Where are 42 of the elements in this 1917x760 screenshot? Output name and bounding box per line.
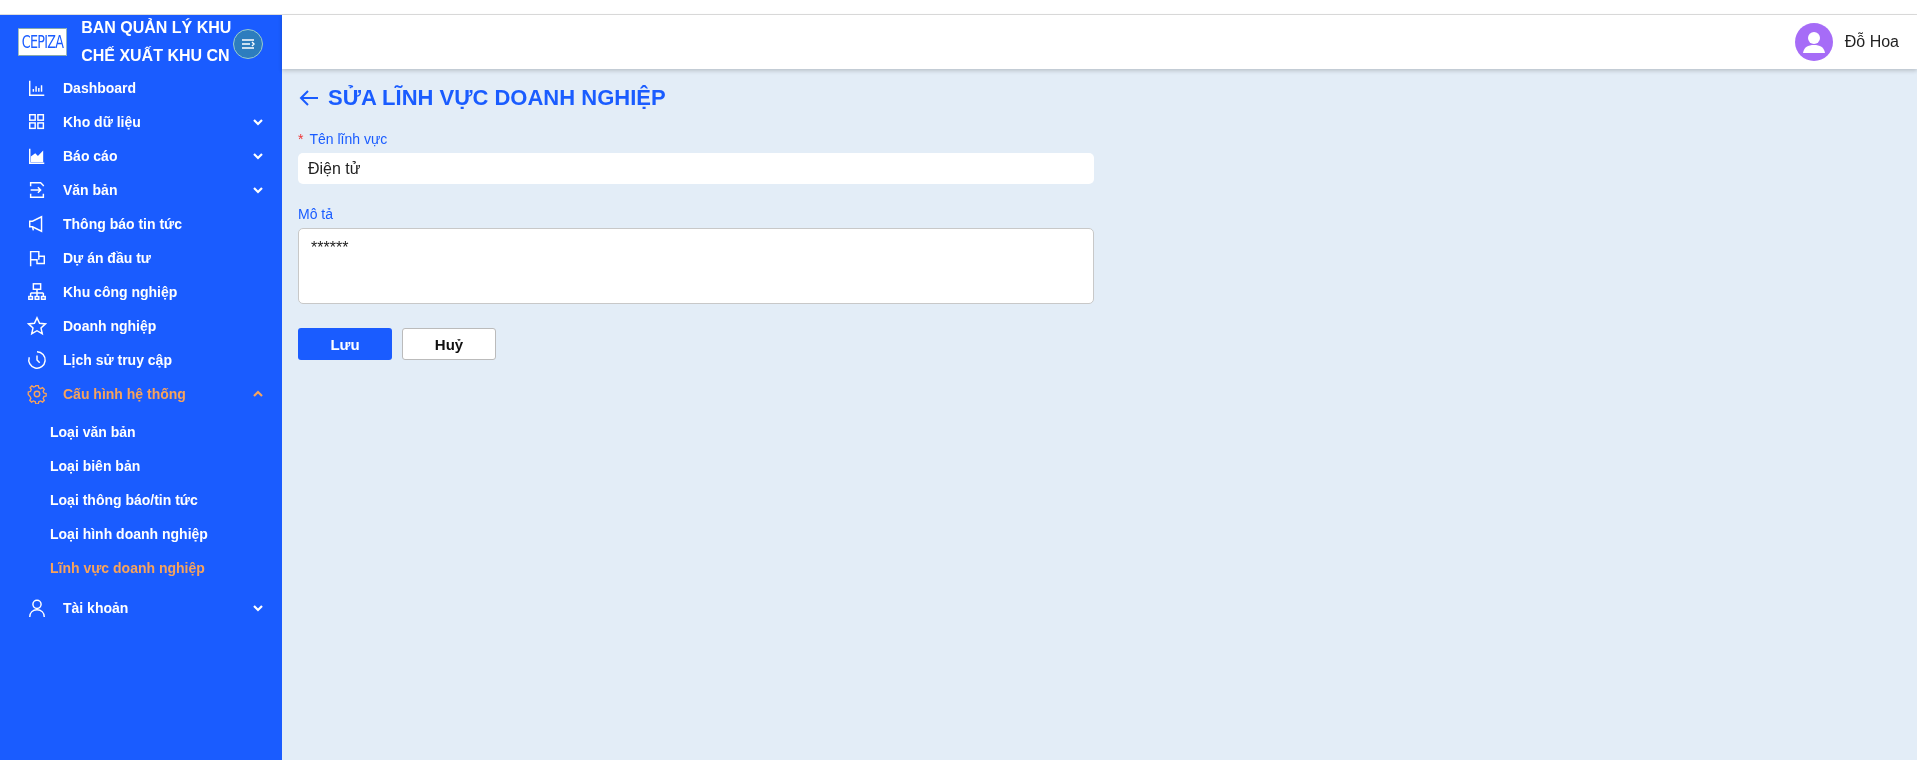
sidebar-item[interactable]: Dự án đầu tư [0, 241, 282, 275]
description-field[interactable]: ****** [298, 228, 1094, 304]
name-field[interactable]: Điện tử [298, 153, 1094, 184]
chevron-icon [252, 116, 264, 128]
cancel-button[interactable]: Huỷ [402, 328, 496, 360]
submenu-item[interactable]: Loại văn bản [0, 415, 282, 449]
sidebar-item[interactable]: Văn bản [0, 173, 282, 207]
settings-icon [27, 384, 47, 404]
document-icon [27, 180, 47, 200]
field-label: Tên lĩnh vực [309, 131, 388, 147]
user-icon [27, 598, 47, 618]
sidebar-item[interactable]: Khu công nghiệp [0, 275, 282, 309]
required-mark: * [298, 131, 304, 147]
star-icon [27, 316, 47, 336]
clock-icon [27, 350, 47, 370]
area-chart-icon [27, 146, 47, 166]
sidebar-item[interactable]: Dashboard [0, 71, 282, 105]
sidebar-item[interactable]: Lịch sử truy cập [0, 343, 282, 377]
flag-icon [27, 248, 47, 268]
sidebar-item[interactable]: Tài khoản [0, 591, 282, 625]
grid-icon [27, 112, 47, 132]
avatar-icon[interactable] [1794, 23, 1833, 61]
menu-toggle-button[interactable] [233, 29, 263, 59]
chevron-icon [252, 150, 264, 162]
page-title: SỬA LĨNH VỰC DOANH NGHIỆP [328, 85, 666, 111]
save-button[interactable]: Lưu [298, 328, 392, 360]
submenu-item[interactable]: Loại thông báo/tin tức [0, 483, 282, 517]
chevron-icon [252, 602, 264, 614]
sidebar-item[interactable]: Doanh nghiệp [0, 309, 282, 343]
user-name[interactable]: Đỗ Hoa [1844, 33, 1899, 51]
logo: CEPIZA [18, 28, 67, 56]
sidebar-item[interactable]: Báo cáo [0, 139, 282, 173]
menu-icon [240, 36, 256, 52]
field-label: Mô tả [298, 206, 333, 222]
bar-chart-icon [27, 78, 47, 98]
sidebar-item[interactable]: Thông báo tin tức [0, 207, 282, 241]
app-title: BAN QUẢN LÝ KHU CHẾ XUẤT KHU CN [81, 17, 232, 66]
sitemap-icon [27, 282, 47, 302]
chevron-icon [252, 184, 264, 196]
submenu-item[interactable]: Loại hình doanh nghiệp [0, 517, 282, 551]
sidebar-item[interactable]: Kho dữ liệu [0, 105, 282, 139]
submenu-item[interactable]: Loại biên bản [0, 449, 282, 483]
